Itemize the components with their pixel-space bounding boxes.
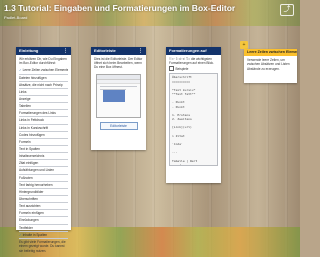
- more-options-icon[interactable]: ⋮: [138, 47, 143, 55]
- list-item[interactable]: Dateien hinzufügen: [19, 75, 68, 82]
- side-panel-title: Leere Zeilen zwischen Elementen: [244, 49, 297, 56]
- column-intro: Wir erklären Dir, wie Du Eingaben im Box…: [19, 57, 67, 66]
- list-item[interactable]: Einrückungen: [19, 217, 68, 225]
- column-header: Formatierungen auf einen Blick: [166, 47, 221, 61]
- column-title: Editorleiste: [94, 48, 116, 53]
- column-text: Dies ist die Editorleiste. Der Editor öf…: [94, 57, 143, 70]
- list-item[interactable]: Inhalte in Spalten: [19, 232, 68, 239]
- column-einleitung: Einleitung ⋮ Wir erklären Dir, wie Du Ei…: [16, 47, 71, 253]
- list-item[interactable]: Links: [19, 89, 68, 96]
- list-item[interactable]: Hintergrundbilder: [19, 189, 68, 196]
- checkbox[interactable]: [169, 66, 174, 72]
- list-item[interactable]: Absätze, die nicht nach Prinzip: [19, 82, 68, 89]
- list-item[interactable]: Text farbig hervorheben: [19, 182, 68, 189]
- column-title: Einleitung: [19, 48, 39, 53]
- column-editorleiste: Editorleiste ⋮ Dies ist die Editorleiste…: [91, 47, 146, 150]
- column-header: Editorleiste ⋮: [91, 47, 146, 55]
- list-item[interactable]: Zitat einfügen: [19, 160, 68, 168]
- list-item[interactable]: Überschriften: [19, 196, 68, 204]
- list-item[interactable]: Codes hinzufügen: [19, 132, 68, 139]
- examples-checkbox-row[interactable]: Beispiele: [166, 65, 221, 72]
- list-item[interactable]: Links in Fettdruck: [19, 117, 68, 125]
- list-item[interactable]: Links in Kursivschrift: [19, 125, 68, 132]
- list-item[interactable]: Aufzählungen und Listen: [19, 167, 68, 175]
- column-formatierungen: Formatierungen auf einen Blick Hier find…: [166, 47, 221, 183]
- editor-screenshot-image: [96, 73, 141, 118]
- column-outro: Es gibt viele Formatierungen, die einem …: [19, 240, 66, 253]
- code-example-block: Überschrift ========== *Text kursiv* **T…: [169, 73, 218, 167]
- list-item[interactable]: Formatierungen des Links: [19, 110, 68, 118]
- share-icon[interactable]: ⤴: [280, 4, 294, 16]
- editor-image-placeholder: [103, 89, 125, 102]
- list-item[interactable]: Inhaltsverzeichnis: [19, 153, 68, 161]
- list-item[interactable]: Tabellen: [19, 103, 68, 111]
- plus-icon[interactable]: +: [240, 41, 248, 49]
- side-panel-text: Verwende leere Zeilen, um zwischen Absät…: [247, 58, 290, 71]
- list-item[interactable]: Anzeige: [19, 96, 68, 104]
- more-options-icon[interactable]: ⋮: [63, 47, 68, 55]
- page-header: 1.3 Tutorial: Eingaben und Formatierunge…: [4, 3, 244, 20]
- examples-label: Beispiele: [175, 66, 189, 71]
- editorleiste-button[interactable]: Editorleiste: [99, 121, 138, 130]
- list-item[interactable]: Text ausrichten: [19, 203, 68, 211]
- editor-format-bar: [97, 79, 140, 84]
- column-header: Einleitung ⋮: [16, 47, 71, 55]
- list-item[interactable]: Leere Zeilen zwischen Elementen: [19, 67, 68, 75]
- side-panel: Leere Zeilen zwischen Elementen Verwende…: [244, 49, 297, 83]
- list-item[interactable]: Formeln: [19, 139, 68, 146]
- page-subtitle: Padlet-Board: [4, 15, 28, 20]
- list-item[interactable]: Textfelder: [19, 225, 68, 232]
- list-item[interactable]: Text in Spalten: [19, 146, 68, 154]
- list-item[interactable]: Formeln einfügen: [19, 210, 68, 218]
- list-item[interactable]: Fußnoten: [19, 175, 68, 182]
- topic-list: Leere Zeilen zwischen Elementen Dateien …: [16, 67, 71, 239]
- page-title: 1.3 Tutorial: Eingaben und Formatierunge…: [4, 3, 236, 13]
